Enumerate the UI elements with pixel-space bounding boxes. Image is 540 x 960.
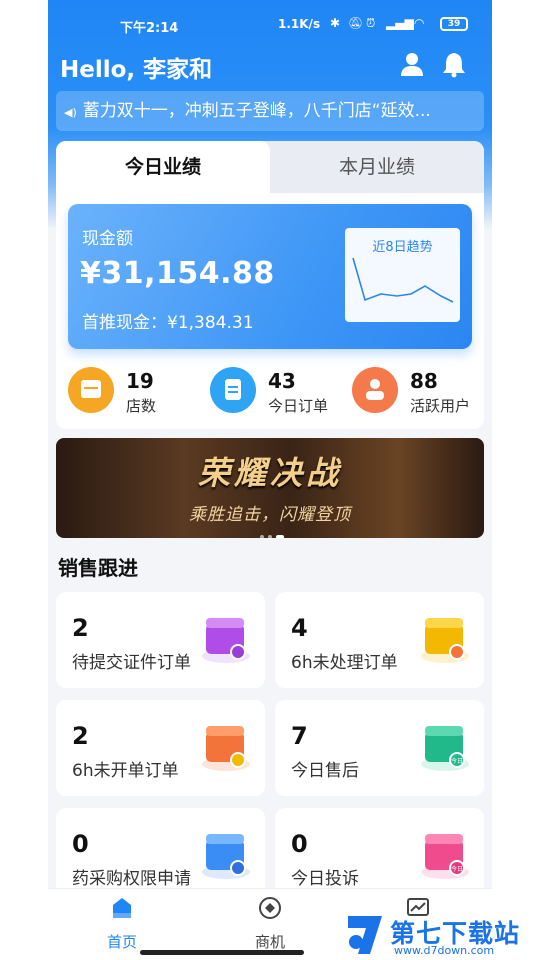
- return-box-icon: 今日: [421, 726, 469, 771]
- tile-unprocessed-orders[interactable]: 4 6h未处理订单: [275, 592, 484, 688]
- stat-label: 活跃用户: [410, 397, 471, 415]
- tile-unbilled-orders[interactable]: 2 6h未开单订单: [56, 700, 265, 796]
- stat-label: 店数: [126, 397, 157, 415]
- stat-active-users[interactable]: 88 活跃用户: [352, 367, 484, 419]
- home-icon: [113, 898, 131, 918]
- stat-value: 19: [126, 369, 154, 393]
- tile-label: 今日投诉: [291, 869, 359, 889]
- tile-label: 药采购权限申请: [72, 869, 191, 889]
- nav-label: 商机: [254, 933, 285, 951]
- performance-tabs: 今日业绩 本月业绩: [56, 141, 484, 193]
- tile-label: 6h未开单订单: [72, 761, 179, 781]
- tile-value: 7: [291, 722, 308, 750]
- stat-stores[interactable]: 19 店数: [68, 367, 208, 419]
- nav-home[interactable]: 首页: [82, 895, 162, 952]
- tile-value: 0: [72, 830, 89, 858]
- trend-chart[interactable]: 近8日趋势: [345, 228, 460, 322]
- trend-sparkline: [352, 257, 454, 303]
- signal-icon: ▂▄▆: [386, 16, 414, 30]
- tile-label: 待提交证件订单: [72, 653, 191, 673]
- watermark-url: www.d7down.com: [394, 944, 495, 957]
- tile-label: 今日售后: [291, 761, 359, 781]
- status-bar: 下午2:14 1.1K/s ✱ 🔕︎ ⏰︎ ▂▄▆ ◠ 39: [48, 0, 492, 50]
- cash-label: 现金额: [82, 229, 133, 249]
- greeting-title: Hello, 李家和: [60, 57, 213, 83]
- tab-today[interactable]: 今日业绩: [56, 141, 270, 193]
- tab-month[interactable]: 本月业绩: [270, 141, 484, 193]
- svg-text:今日: 今日: [451, 865, 463, 873]
- watermark: 第七下载站 www.d7down.com: [344, 910, 540, 960]
- performance-card: 今日业绩 本月业绩 现金额 ¥31,154.88 首推现金：¥1,384.31 …: [56, 141, 484, 429]
- tile-value: 2: [72, 722, 89, 750]
- app-screen: 下午2:14 1.1K/s ✱ 🔕︎ ⏰︎ ▂▄▆ ◠ 39 Hello, 李家…: [48, 0, 492, 960]
- stat-value: 43: [268, 369, 296, 393]
- notice-bar[interactable]: ◀) 蓄力双十一，冲刺五子登峰，八千门店“延效...: [56, 91, 484, 131]
- banner-subtitle: 乘胜追击，闪耀登顶: [189, 505, 351, 525]
- banner-title: 荣耀决战: [197, 454, 342, 492]
- notice-text: 蓄力双十一，冲刺五子登峰，八千门店“延效...: [82, 101, 431, 121]
- cancel-box-icon: [202, 726, 250, 771]
- banner-pagination: [260, 524, 288, 538]
- stats-row: 19 店数 43 今日订单 88 活跃用户: [56, 363, 484, 423]
- complaint-box-icon: 今日: [421, 834, 469, 879]
- nav-label: 首页: [106, 933, 137, 951]
- user-icon[interactable]: [398, 50, 426, 78]
- bluetooth-icon: ✱: [330, 16, 341, 30]
- upload-box-icon: [202, 618, 250, 663]
- target-icon: [259, 897, 281, 919]
- clock-box-icon: [421, 618, 469, 663]
- star-box-icon: [202, 834, 250, 879]
- network-speed: 1.1K/s: [278, 17, 321, 31]
- tile-pending-documents[interactable]: 2 待提交证件订单: [56, 592, 265, 688]
- status-time: 下午2:14: [120, 21, 179, 36]
- home-indicator[interactable]: [140, 950, 304, 955]
- wifi-icon: ◠: [414, 16, 425, 30]
- tile-value: 0: [291, 830, 308, 858]
- section-title: 销售跟进: [58, 556, 138, 580]
- watermark-logo-icon: [348, 916, 382, 954]
- tile-value: 4: [291, 614, 308, 642]
- alarm-icon: ⏰︎: [366, 16, 376, 30]
- cash-card[interactable]: 现金额 ¥31,154.88 首推现金：¥1,384.31 近8日趋势: [68, 204, 472, 349]
- battery-icon: 39: [440, 17, 468, 31]
- clipboard-icon: [210, 367, 256, 413]
- promo-banner[interactable]: 荣耀决战 乘胜追击，闪耀登顶: [56, 438, 484, 538]
- tile-after-sales[interactable]: 7 今日售后 今日: [275, 700, 484, 796]
- user-icon: [352, 367, 398, 413]
- stat-orders[interactable]: 43 今日订单: [210, 367, 350, 419]
- mute-icon: 🔕︎: [348, 16, 364, 30]
- speaker-icon: ◀): [64, 106, 77, 119]
- stat-label: 今日订单: [268, 397, 329, 415]
- tile-value: 2: [72, 614, 89, 642]
- store-icon: [68, 367, 114, 413]
- bell-icon[interactable]: [440, 50, 468, 78]
- first-push-cash: 首推现金：¥1,384.31: [82, 313, 254, 333]
- svg-text:今日: 今日: [451, 757, 463, 765]
- cash-amount: ¥31,154.88: [80, 256, 275, 291]
- tile-label: 6h未处理订单: [291, 653, 398, 673]
- nav-opportunities[interactable]: 商机: [230, 895, 310, 952]
- stat-value: 88: [410, 369, 438, 393]
